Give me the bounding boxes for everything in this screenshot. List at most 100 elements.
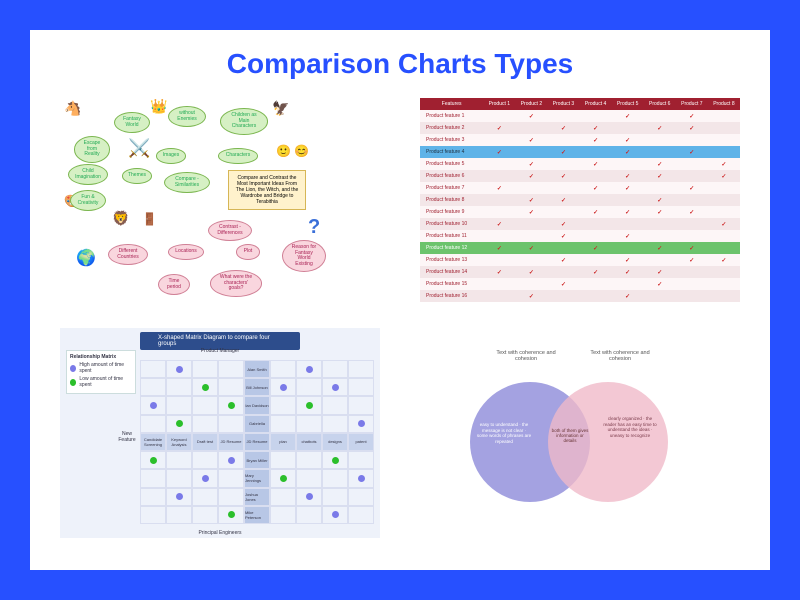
cell <box>483 206 515 218</box>
dot-high <box>306 493 313 500</box>
cell <box>612 218 644 230</box>
cell <box>580 194 612 206</box>
check-icon: ✓ <box>561 174 566 180</box>
dot-high <box>202 475 209 482</box>
matrix-cell <box>322 469 348 487</box>
matrix-cell <box>192 396 218 414</box>
dot-low <box>228 511 235 518</box>
cell <box>483 194 515 206</box>
cell <box>708 266 740 278</box>
cell <box>515 278 547 290</box>
matrix-cell: Alan Smith <box>244 360 270 378</box>
cell: ✓ <box>515 194 547 206</box>
node-fun: Fun & Creativity <box>70 190 106 211</box>
col-product: Product 5 <box>612 98 644 110</box>
chart-grid: 🐴 👑 🦅 ⚔️ 🙂 😊 🎨 🦁 🚪 🌍 ? Fantasy World wit… <box>60 98 740 538</box>
cell: ✓ <box>676 242 708 254</box>
check-icon: ✓ <box>657 198 662 204</box>
panel-xmatrix: X-shaped Matrix Diagram to compare four … <box>60 328 380 538</box>
cell: ✓ <box>580 158 612 170</box>
xmatrix-legend: Relationship Matrix High amount of time … <box>66 350 136 394</box>
matrix-cell <box>166 451 192 469</box>
cell <box>483 170 515 182</box>
matrix-cell <box>270 415 296 433</box>
matrix-cell <box>192 378 218 396</box>
matrix-cell <box>218 378 244 396</box>
check-icon: ✓ <box>689 186 694 192</box>
cell <box>676 266 708 278</box>
lion-icon: 🦁 <box>112 210 129 227</box>
check-icon: ✓ <box>657 270 662 276</box>
cell <box>547 158 579 170</box>
check-icon: ✓ <box>497 126 502 132</box>
col-product: Product 4 <box>580 98 612 110</box>
cell <box>515 230 547 242</box>
matrix-cell: Ian Davidson <box>244 396 270 414</box>
check-icon: ✓ <box>689 258 694 264</box>
cell: ✓ <box>580 122 612 134</box>
matrix-cell <box>322 488 348 506</box>
cell: ✓ <box>580 242 612 254</box>
venn-right-title: Text with coherence and cohesion <box>590 350 650 362</box>
cell: ✓ <box>580 182 612 194</box>
cell <box>515 254 547 266</box>
check-icon: ✓ <box>657 282 662 288</box>
cell: ✓ <box>644 158 676 170</box>
check-icon: ✓ <box>593 210 598 216</box>
check-icon: ✓ <box>625 294 630 300</box>
check-icon: ✓ <box>721 174 726 180</box>
matrix-cell <box>296 415 322 433</box>
check-icon: ✓ <box>625 186 630 192</box>
matrix-cell: Bill Johnson <box>244 378 270 396</box>
dot-high <box>280 384 287 391</box>
row-label: Product feature 5 <box>420 158 483 170</box>
check-icon: ✓ <box>561 222 566 228</box>
table-row: Product feature 13✓✓✓✓ <box>420 254 740 266</box>
cell <box>708 206 740 218</box>
cell <box>708 242 740 254</box>
col-product: Product 3 <box>547 98 579 110</box>
cell: ✓ <box>547 146 579 158</box>
table-row: Product feature 16✓✓ <box>420 290 740 302</box>
check-icon: ✓ <box>529 174 534 180</box>
matrix-cell: patent <box>348 433 374 451</box>
cell: ✓ <box>483 122 515 134</box>
cell <box>676 170 708 182</box>
node-time: Time period <box>158 274 190 295</box>
legend-dot-high <box>70 365 76 372</box>
venn-overlap: both of them gives information or detail… <box>550 428 590 443</box>
matrix-cell <box>322 396 348 414</box>
xmatrix-grid: Alan SmithBill JohnsonIan DavidsonGabrie… <box>140 360 374 524</box>
cell: ✓ <box>515 110 547 122</box>
cell <box>483 278 515 290</box>
cell <box>483 110 515 122</box>
matrix-cell <box>140 378 166 396</box>
node-without-enemies: without Enemies <box>168 106 206 127</box>
check-icon: ✓ <box>689 210 694 216</box>
matrix-cell <box>192 415 218 433</box>
matrix-cell <box>166 415 192 433</box>
table-row: Product feature 1✓✓✓ <box>420 110 740 122</box>
cell: ✓ <box>612 170 644 182</box>
node-locations: Locations <box>168 244 204 260</box>
node-themes: Themes <box>122 168 152 184</box>
cell: ✓ <box>515 290 547 302</box>
row-label: Product feature 7 <box>420 182 483 194</box>
node-images: Images <box>156 148 186 164</box>
check-icon: ✓ <box>529 246 534 252</box>
dot-high <box>228 457 235 464</box>
row-label: Product feature 13 <box>420 254 483 266</box>
check-icon: ✓ <box>561 234 566 240</box>
cell: ✓ <box>515 242 547 254</box>
check-icon: ✓ <box>593 138 598 144</box>
cell: ✓ <box>483 266 515 278</box>
cell: ✓ <box>612 290 644 302</box>
check-icon: ✓ <box>561 126 566 132</box>
cell <box>580 278 612 290</box>
venn-left-items: easy to understand · the message is not … <box>476 422 532 445</box>
matrix-cell <box>296 488 322 506</box>
check-icon: ✓ <box>529 294 534 300</box>
cell <box>708 194 740 206</box>
matrix-cell <box>192 451 218 469</box>
matrix-cell <box>296 396 322 414</box>
